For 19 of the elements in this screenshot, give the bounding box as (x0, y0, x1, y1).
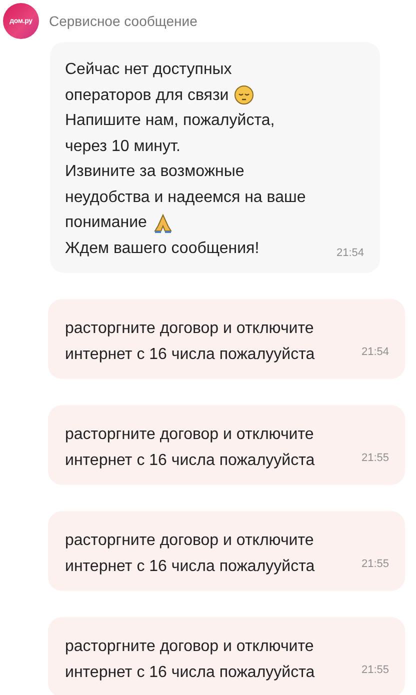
sad-face-icon (234, 85, 254, 106)
sender-name: Сервисное сообщение (49, 13, 198, 29)
message-time: 21:55 (361, 452, 389, 464)
message-line: понимание (65, 213, 147, 233)
message-time: 21:55 (361, 558, 389, 570)
message-line: через 10 минут. (65, 136, 180, 156)
message-text: расторгните договор и отключите интернет с 16 числа пожалууйста (65, 637, 316, 683)
message-line: Сейчас нет доступных (65, 60, 232, 80)
message-text: расторгните договор и отключите интернет с 16 числа пожалууйста (65, 319, 316, 365)
message-line: Извините за возможные (65, 162, 244, 182)
message-time: 21:55 (361, 664, 389, 676)
message-text: расторгните договор и отключите интернет с 16 числа пожалууйста (65, 531, 316, 577)
message-time: 21:54 (336, 247, 364, 259)
message-line: Напишите нам, пожалуйста, (65, 111, 275, 131)
message-line: операторов для связи (65, 86, 229, 106)
message-time: 21:54 (361, 346, 389, 358)
message-line: неудобства и надеемся на ваше (65, 188, 306, 208)
message-line: Ждем вашего сообщения! (65, 238, 260, 258)
message-text: расторгните договор и отключите интернет с 16 числа пожалууйста (65, 425, 316, 471)
